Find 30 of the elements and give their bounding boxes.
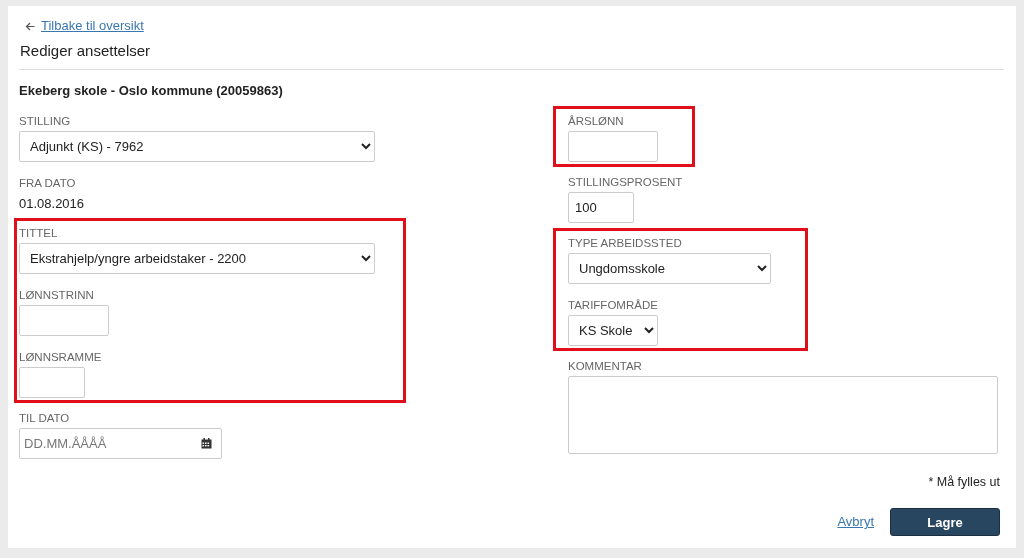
field-label: LØNNSRAMME	[19, 350, 103, 364]
page-title: Rediger ansettelser	[20, 41, 152, 61]
required-note: * Må fylles ut	[927, 475, 1000, 490]
field-label: STILLING	[19, 114, 72, 128]
field-label: KOMMENTAR	[568, 359, 643, 373]
field-label: STILLINGSPROSENT	[568, 175, 683, 189]
date-field[interactable]: DD.MM.ÅÅÅÅ	[19, 428, 222, 459]
field-label: TARIFFOMRÅDE	[568, 298, 659, 312]
back-arrow-icon	[25, 21, 35, 31]
input-field[interactable]: 100	[568, 192, 634, 223]
comment-field[interactable]	[568, 376, 998, 454]
back-link[interactable]: Tilbake til oversikt	[41, 18, 144, 34]
calendar-icon	[201, 438, 212, 449]
input-field[interactable]	[568, 131, 658, 162]
dropdown-field[interactable]: Adjunkt (KS) - 7962	[19, 131, 375, 162]
cancel-link[interactable]: Avbryt	[837, 514, 874, 530]
field-label: ÅRSLØNN	[568, 114, 625, 128]
organization-heading: Ekeberg skole - Oslo kommune (20059863)	[19, 83, 284, 99]
field-label: LØNNSTRINN	[19, 288, 95, 302]
dropdown-field[interactable]: KS Skole	[568, 315, 658, 346]
dropdown-field[interactable]: Ungdomsskole	[568, 253, 771, 284]
field-label: TITTEL	[19, 226, 59, 240]
input-field[interactable]	[19, 367, 85, 398]
field-label: TIL DATO	[19, 411, 71, 425]
input-field[interactable]	[19, 305, 109, 336]
field-value: 01.08.2016	[19, 195, 86, 213]
field-label: FRA DATO	[19, 176, 77, 190]
save-button[interactable]: Lagre	[890, 508, 1000, 536]
field-label: TYPE ARBEIDSSTED	[568, 236, 683, 250]
dropdown-field[interactable]: Ekstrahjelp/yngre arbeidstaker - 2200	[19, 243, 375, 274]
